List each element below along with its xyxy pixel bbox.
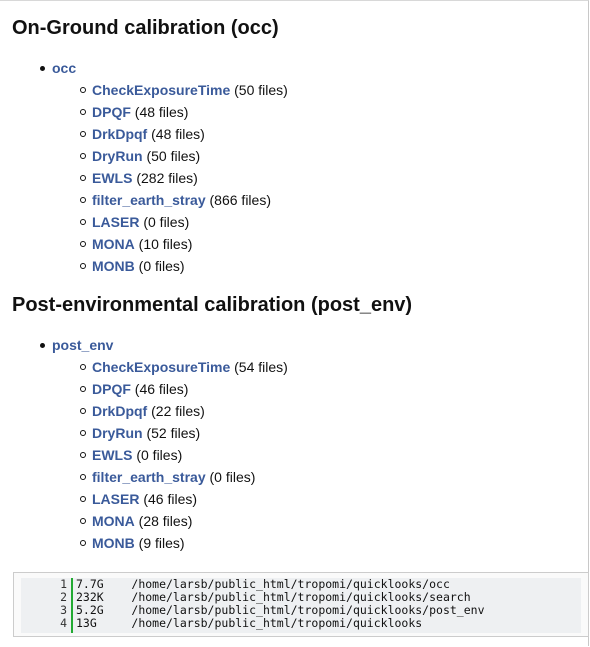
- list-item: DryRun (50 files): [52, 145, 288, 167]
- group-link-post-env[interactable]: post_env: [52, 337, 113, 353]
- file-count: (46 files): [134, 381, 189, 397]
- list-item: CheckExposureTime (54 files): [52, 356, 288, 378]
- file-count: (28 files): [138, 513, 193, 529]
- item-link[interactable]: DPQF: [92, 381, 131, 397]
- file-count: (48 files): [151, 126, 205, 142]
- item-link[interactable]: DPQF: [92, 104, 131, 120]
- list-item: CheckExposureTime (50 files): [52, 79, 288, 101]
- list-item: LASER (0 files): [52, 211, 288, 233]
- item-link[interactable]: EWLS: [92, 447, 132, 463]
- file-count: (9 files): [138, 535, 185, 551]
- file-count: (50 files): [234, 82, 288, 98]
- list-item: EWLS (0 files): [52, 444, 288, 466]
- file-count: (50 files): [146, 148, 201, 164]
- item-link[interactable]: CheckExposureTime: [92, 359, 230, 375]
- code-block: 1 2 3 4 7.7G /home/larsb/public_html/tro…: [13, 572, 589, 637]
- file-count: (866 files): [209, 192, 271, 208]
- item-link[interactable]: LASER: [92, 491, 139, 507]
- item-link[interactable]: DrkDpqf: [92, 403, 147, 419]
- file-count: (0 files): [136, 447, 183, 463]
- file-count: (46 files): [143, 491, 198, 507]
- item-link[interactable]: DryRun: [92, 148, 143, 164]
- section-title-post-env: Post-environmental calibration (post_env…: [12, 294, 413, 316]
- list-item: MONA (28 files): [52, 510, 288, 532]
- list-item: MONB (9 files): [52, 532, 288, 554]
- item-link[interactable]: LASER: [92, 214, 139, 230]
- group-list-occ: occ CheckExposureTime (50 files) DPQF (4…: [0, 57, 288, 277]
- sub-list-post-env: CheckExposureTime (54 files) DPQF (46 fi…: [52, 356, 288, 554]
- list-item: DrkDpqf (48 files): [52, 123, 288, 145]
- file-count: (282 files): [136, 170, 198, 186]
- list-item: filter_earth_stray (866 files): [52, 189, 288, 211]
- item-link[interactable]: MONB: [92, 535, 135, 551]
- item-link[interactable]: CheckExposureTime: [92, 82, 230, 98]
- list-item: DryRun (52 files): [52, 422, 288, 444]
- item-link[interactable]: MONA: [92, 236, 135, 252]
- code-listing: 1 2 3 4 7.7G /home/larsb/public_html/tro…: [21, 578, 581, 633]
- sub-list-occ: CheckExposureTime (50 files) DPQF (48 fi…: [52, 79, 288, 277]
- item-link[interactable]: MONB: [92, 258, 135, 274]
- file-count: (0 files): [143, 214, 190, 230]
- file-count: (0 files): [138, 258, 185, 274]
- group-list-post-env: post_env CheckExposureTime (54 files) DP…: [0, 334, 288, 554]
- line-number-gutter: 1 2 3 4: [21, 578, 73, 633]
- code-lines: 7.7G /home/larsb/public_html/tropomi/qui…: [76, 578, 485, 630]
- file-count: (0 files): [209, 469, 256, 485]
- item-link[interactable]: filter_earth_stray: [92, 469, 206, 485]
- list-item: MONB (0 files): [52, 255, 288, 277]
- group-link-occ[interactable]: occ: [52, 60, 76, 76]
- line-number: 4: [60, 616, 67, 630]
- list-item: MONA (10 files): [52, 233, 288, 255]
- list-item: EWLS (282 files): [52, 167, 288, 189]
- list-item: DrkDpqf (22 files): [52, 400, 288, 422]
- file-count: (52 files): [146, 425, 201, 441]
- item-link[interactable]: filter_earth_stray: [92, 192, 206, 208]
- file-count: (48 files): [134, 104, 189, 120]
- group-item-post-env: post_env CheckExposureTime (54 files) DP…: [0, 334, 288, 554]
- file-count: (54 files): [234, 359, 288, 375]
- item-link[interactable]: EWLS: [92, 170, 132, 186]
- group-item-occ: occ CheckExposureTime (50 files) DPQF (4…: [0, 57, 288, 277]
- item-link[interactable]: MONA: [92, 513, 135, 529]
- section-title-occ: On-Ground calibration (occ): [12, 17, 279, 39]
- file-count: (10 files): [138, 236, 193, 252]
- list-item: DPQF (48 files): [52, 101, 288, 123]
- list-item: LASER (46 files): [52, 488, 288, 510]
- file-count: (22 files): [151, 403, 205, 419]
- list-item: DPQF (46 files): [52, 378, 288, 400]
- code-line: 13G /home/larsb/public_html/tropomi/quic…: [76, 616, 423, 630]
- item-link[interactable]: DrkDpqf: [92, 126, 147, 142]
- list-item: filter_earth_stray (0 files): [52, 466, 288, 488]
- item-link[interactable]: DryRun: [92, 425, 143, 441]
